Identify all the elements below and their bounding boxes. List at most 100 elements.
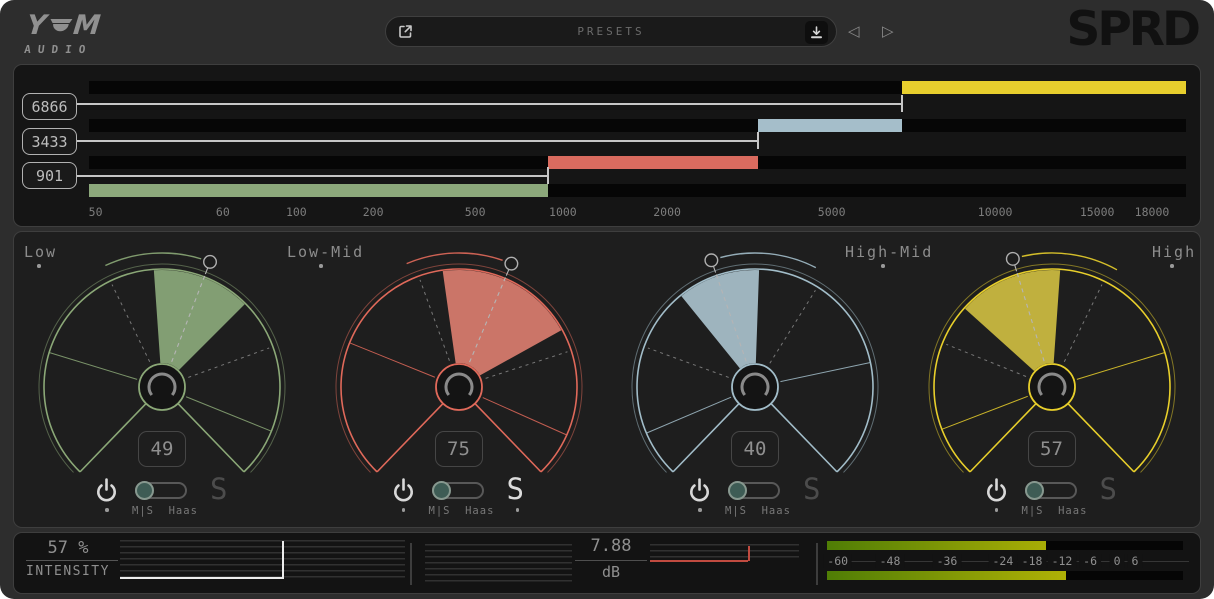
axis-tick-label: 10000 [978, 205, 1013, 219]
toggle-knob[interactable] [135, 481, 154, 500]
brand-subtitle: AUDIO [24, 43, 100, 56]
axis-tick-label: 60 [216, 205, 230, 219]
band-dials-panel: LowLow-MidHigh-MidHigh 49 M|S Haas S 75 … [13, 231, 1201, 528]
toggle-labels: M|S Haas [429, 505, 509, 517]
guide-dash-line [420, 280, 449, 361]
band-range-segment-low[interactable] [89, 184, 548, 197]
level-meter-right [827, 571, 1183, 580]
axis-tick-label: 1000 [549, 205, 577, 219]
toggle-knob[interactable] [728, 481, 747, 500]
spread-handle[interactable] [705, 254, 718, 267]
crossover-line [77, 103, 902, 105]
crossover-value-box[interactable]: 901 [22, 162, 77, 189]
crossover-handle[interactable] [901, 95, 903, 112]
dial-notch-edge [673, 404, 739, 472]
meter-scale-label: 0 [1110, 554, 1125, 568]
prev-preset-button[interactable]: ◁ [848, 22, 860, 40]
meter-scale-label: -60 [823, 554, 852, 568]
preset-label[interactable]: PRESETS [386, 25, 836, 38]
crossover-handle[interactable] [547, 167, 549, 184]
spread-handle[interactable] [1006, 253, 1019, 266]
axis-tick-label: 18000 [1135, 205, 1170, 219]
band-width-value[interactable]: 57 [1028, 431, 1076, 467]
range-limit-line [1076, 353, 1164, 380]
guide-dash-line [770, 290, 816, 363]
meter-fill [827, 571, 1066, 580]
axis-tick-label: 500 [465, 205, 486, 219]
band-knob[interactable] [139, 364, 185, 410]
power-button[interactable] [390, 476, 417, 506]
intensity-indicator-line [120, 577, 282, 579]
ms-haas-toggle[interactable] [728, 482, 780, 499]
spread-handle[interactable] [505, 257, 518, 270]
meter-scale-label: -24 [988, 554, 1017, 568]
crossover-value-box[interactable]: 6866 [22, 93, 77, 120]
toggle-knob[interactable] [1025, 481, 1044, 500]
power-button[interactable] [93, 476, 120, 506]
band-knob[interactable] [732, 364, 778, 410]
ms-haas-toggle[interactable] [135, 482, 187, 499]
crossover-line [77, 140, 758, 142]
power-dot [995, 508, 999, 512]
solo-button[interactable]: S [1100, 472, 1117, 506]
band-range-segment-high-mid[interactable] [758, 119, 902, 132]
band-width-value[interactable]: 49 [138, 431, 186, 467]
dial-notch-edge [178, 404, 244, 472]
band-module-high-mid: 40 M|S Haas S [607, 232, 903, 528]
meter-scale-label: -6 [1079, 554, 1101, 568]
guide-dash-line [1064, 285, 1102, 362]
band-width-value[interactable]: 75 [435, 431, 483, 467]
range-limit-line [349, 343, 434, 377]
band-knob[interactable] [1029, 364, 1075, 410]
frequency-track [89, 156, 1186, 169]
meter-scale-label: -48 [876, 554, 905, 568]
spread-wedge[interactable] [965, 270, 1060, 371]
intensity-label: INTENSITY [18, 564, 118, 579]
ms-haas-toggle[interactable] [432, 482, 484, 499]
crossover-handle[interactable] [757, 132, 759, 149]
toggle-labels: M|S Haas [1022, 505, 1102, 517]
gain-indicator-tick[interactable] [748, 546, 750, 561]
export-preset-icon[interactable] [397, 23, 414, 44]
band-range-segment-low-mid[interactable] [548, 156, 759, 169]
spread-handle[interactable] [204, 256, 217, 269]
next-preset-button[interactable]: ▷ [882, 22, 894, 40]
meter-scale-label: -36 [933, 554, 962, 568]
band-label-dot [1170, 264, 1174, 268]
range-limit-line [482, 398, 566, 435]
power-button[interactable] [983, 476, 1010, 506]
toggle-knob[interactable] [432, 481, 451, 500]
power-button[interactable] [686, 476, 713, 506]
solo-button[interactable]: S [210, 472, 227, 506]
preset-selector[interactable]: PRESETS [385, 16, 837, 47]
handle-guide-arc [406, 253, 502, 264]
plugin-window: Y M AUDIO PRESETS [0, 0, 1214, 599]
brand-logo: Y M AUDIO [24, 10, 103, 56]
range-limit-line [49, 353, 137, 380]
ms-haas-toggle[interactable] [1025, 482, 1077, 499]
power-dot [698, 508, 702, 512]
band-range-segment-high[interactable] [902, 81, 1186, 94]
frequency-track [89, 119, 1186, 132]
solo-button[interactable]: S [507, 472, 524, 506]
range-limit-line [780, 362, 870, 381]
band-module-low-mid: 75 M|S Haas S [311, 232, 607, 528]
intensity-slider[interactable] [120, 540, 405, 581]
gain-unit: dB [566, 563, 656, 581]
band-label-dot [319, 264, 323, 268]
load-preset-icon[interactable] [805, 21, 828, 44]
dial-notch-edge [474, 404, 540, 472]
toggle-labels: M|S Haas [725, 505, 805, 517]
band-name-label: Low-Mid [287, 243, 364, 261]
footer-bar: 57 % INTENSITY 7.88 dB -60-48-36-24-18-1… [13, 532, 1201, 594]
gain-value[interactable]: 7.88 [566, 536, 656, 556]
gain-slider-left[interactable] [425, 544, 572, 583]
gain-rule [575, 560, 647, 561]
intensity-rule [26, 560, 118, 561]
band-label-dot [881, 264, 885, 268]
crossover-value-box[interactable]: 3433 [22, 128, 77, 155]
intensity-indicator-tick[interactable] [282, 541, 284, 579]
band-knob[interactable] [436, 364, 482, 410]
band-width-value[interactable]: 40 [731, 431, 779, 467]
solo-button[interactable]: S [803, 472, 820, 506]
